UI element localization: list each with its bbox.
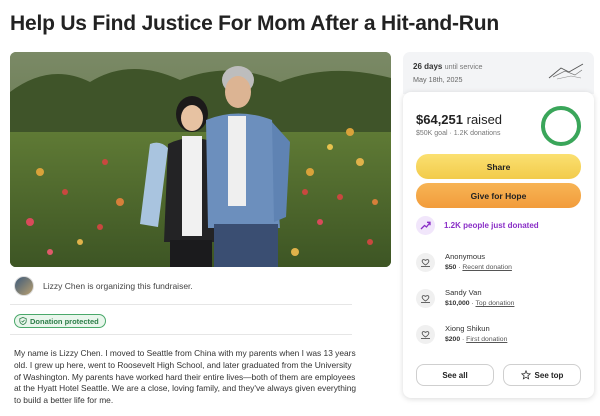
list-item: Sandy Van $10,000 · Top donation [416,287,514,309]
give-button[interactable]: Give for Hope [416,183,581,208]
donation-panel: $64,251 raised $50K goal · 1.2K donation… [403,92,594,398]
donor-amount: $200 [445,336,461,343]
days-count: 26 days [413,62,443,71]
donor-name: Xiong Shikun [445,324,490,333]
trending-up-icon [416,216,435,235]
page-title: Help Us Find Justice For Mom After a Hit… [10,12,499,35]
list-item: Xiong Shikun $200 · First donation [416,323,507,345]
service-deadline-card: 26 days until service May 18th, 2025 [403,52,594,94]
service-date: May 18th, 2025 [413,75,463,84]
share-button[interactable]: Share [416,154,581,179]
see-all-button[interactable]: See all [416,364,494,386]
hero-photo [10,52,391,267]
amount-raised: $64,251 [416,112,463,127]
shield-check-icon [19,317,27,325]
badge-label: Donation protected [30,316,99,326]
donation-tag[interactable]: Recent donation [462,264,512,271]
donor-name: Sandy Van [445,288,482,297]
hands-heart-icon [416,253,435,272]
story-text: My name is Lizzy Chen. I moved to Seattl… [14,348,357,406]
avatar[interactable] [14,276,34,296]
divider [10,334,352,335]
list-item: Anonymous $50 · Recent donation [416,251,512,273]
hands-heart-icon [416,325,435,344]
organizer-text: Lizzy Chen is organizing this fundraiser… [43,281,193,291]
raised-word: raised [466,112,503,127]
progress-ring [541,106,581,146]
donation-tag[interactable]: First donation [466,336,507,343]
hands-heart-icon [416,289,435,308]
see-top-label: See top [534,370,564,380]
donation-protected-badge[interactable]: Donation protected [14,314,106,328]
see-top-button[interactable]: See top [503,364,581,386]
recent-donations-count: 1.2K people just donated [416,216,539,235]
star-icon [520,370,531,380]
days-suffix: until service [444,62,483,71]
donor-amount: $50 [445,264,457,271]
bird-sketch-icon [548,63,584,80]
divider [10,304,352,305]
donation-tag[interactable]: Top donation [476,300,515,307]
people-donated-text: 1.2K people just donated [444,221,539,230]
goal-line: $50K goal · 1.2K donations [416,130,501,137]
organizer-row: Lizzy Chen is organizing this fundraiser… [14,275,374,297]
donor-amount: $10,000 [445,300,470,307]
donor-name: Anonymous [445,252,486,261]
